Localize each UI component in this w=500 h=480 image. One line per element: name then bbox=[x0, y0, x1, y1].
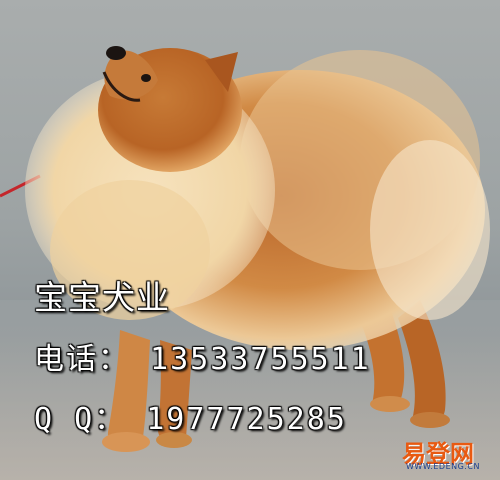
watermark-url: WWW.EDENG.CN bbox=[406, 462, 480, 471]
dog-photo: 宝宝犬业 电话： 13533755511 Q Q： 1977725285 易登网… bbox=[0, 0, 500, 480]
kennel-name: 宝宝犬业 bbox=[34, 278, 170, 317]
phone-number: 电话： 13533755511 bbox=[34, 342, 371, 377]
dog-eye bbox=[141, 74, 151, 82]
dog-nose bbox=[106, 46, 126, 60]
qq-number: Q Q： 1977725285 bbox=[34, 402, 347, 437]
watermark-logo: 易登网 WWW.EDENG.CN bbox=[402, 434, 494, 474]
tail-plume bbox=[370, 140, 490, 320]
